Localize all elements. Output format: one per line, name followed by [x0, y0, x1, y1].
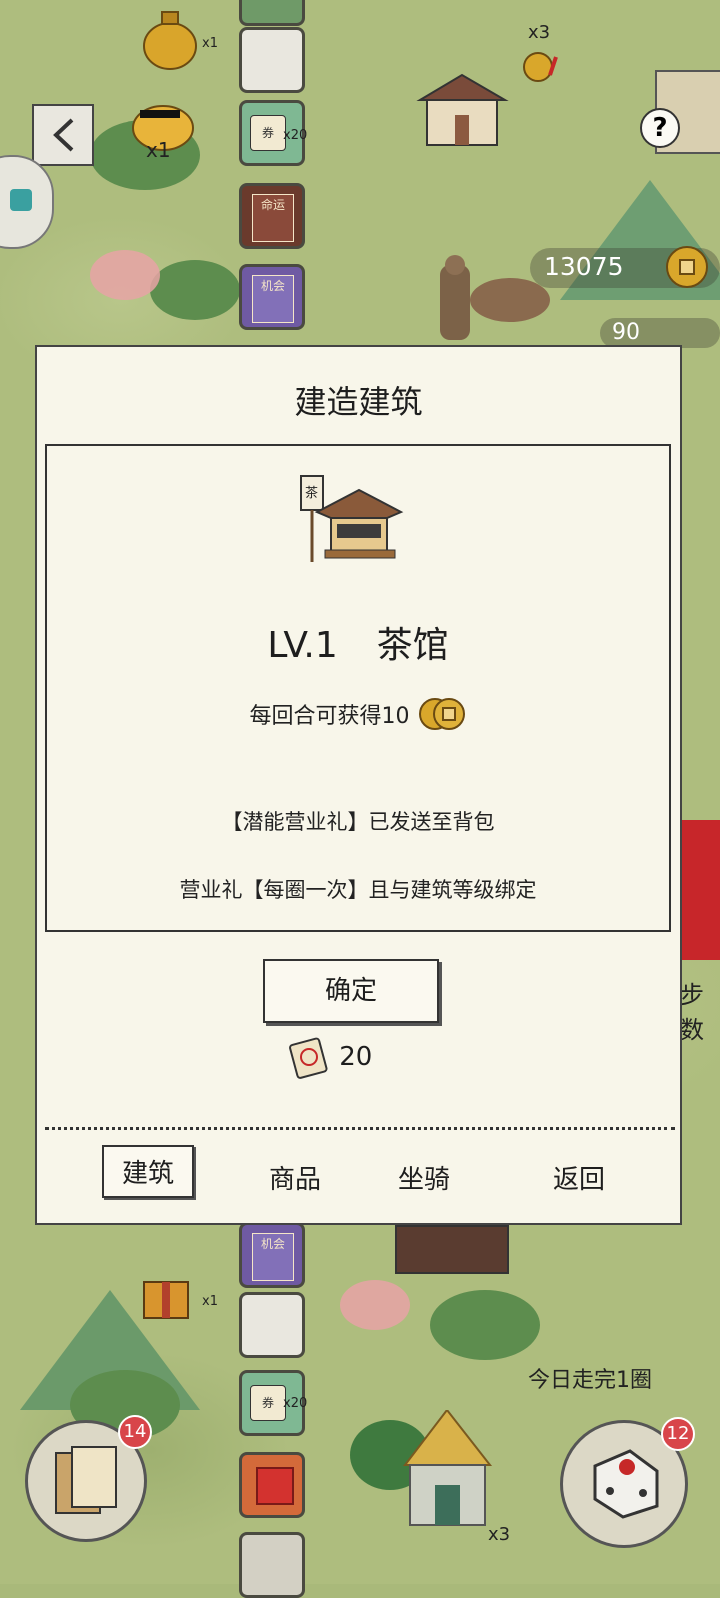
path-tile-fate: 命运 [239, 183, 305, 249]
chance-card-label: 机会 [252, 275, 294, 323]
fate-card-label: 命运 [252, 194, 294, 242]
ticket-counter: 90 [600, 318, 720, 348]
building-heading: LV.1 茶馆 [47, 616, 669, 668]
gift-bind-notice: 营业礼【每圈一次】且与建筑等级绑定 [179, 878, 537, 902]
path-tile [239, 27, 305, 93]
path-tile-gift [239, 1452, 305, 1518]
dark-teahouse[interactable] [395, 1225, 509, 1274]
golden-temple[interactable] [390, 1408, 505, 1530]
coin-bonus-icon[interactable] [520, 45, 560, 85]
build-cost: 20 [287, 1035, 372, 1079]
dice-button[interactable]: 12 [560, 1417, 695, 1548]
dialog-title: 建造建筑 [294, 383, 423, 421]
dice-badge: 12 [661, 1417, 695, 1451]
income-text: 每回合可获得10 [249, 704, 410, 729]
blossom-scenery [340, 1280, 410, 1330]
tree-scenery [430, 1290, 540, 1360]
gift-count: x1 [202, 1294, 218, 1309]
tab-goods[interactable]: 商品 [269, 1159, 321, 1196]
coin-icon [666, 246, 708, 288]
path-tile [239, 0, 305, 26]
steps-label: 步数 [680, 981, 704, 1044]
building-level: LV.1 [267, 625, 338, 666]
back-icon [53, 118, 74, 152]
red-giftbox-icon[interactable] [680, 820, 720, 960]
teahouse-sign-text: 茶 [305, 486, 319, 501]
build-dialog: 建造建筑 茶 LV.1 茶馆 每回合可获得10 【潜能营业礼】已发送至背包 营业… [35, 345, 682, 1225]
tab-building[interactable]: 建筑 [102, 1145, 195, 1198]
building-name: 茶馆 [376, 625, 449, 666]
path-tile-chance: 机会 [239, 264, 305, 330]
path-tile-chance: 机会 [239, 1222, 305, 1288]
daily-lap-label: 今日走完1圈 [528, 1368, 652, 1393]
ticket-amount: 90 [612, 320, 640, 345]
cards-badge: 14 [118, 1415, 152, 1449]
blossom-scenery [90, 250, 160, 300]
coin-bonus-count: x3 [528, 22, 551, 43]
coin-amount: 13075 [544, 252, 624, 281]
back-button[interactable] [32, 104, 94, 166]
tab-divider [45, 1127, 675, 1130]
ticket-icon [289, 1037, 328, 1079]
cards-button[interactable]: 14 [25, 1415, 152, 1542]
tab-mounts[interactable]: 坐骑 [398, 1159, 450, 1196]
help-icon: ? [652, 113, 668, 143]
pig-count: x1 [146, 138, 171, 162]
cards-icon [55, 1446, 117, 1514]
ticket-tile-count: x20 [283, 1396, 308, 1411]
income-line: 每回合可获得10 [47, 694, 669, 734]
bottom-bonus-count: x3 [488, 1524, 511, 1545]
path-tile [239, 1532, 305, 1598]
path-tile [239, 1292, 305, 1358]
confirm-button[interactable]: 确定 [263, 959, 439, 1023]
gift-bag-icon[interactable] [140, 1268, 192, 1320]
dice-icon [593, 1449, 659, 1519]
ticket-icon: 券 [250, 115, 286, 151]
tab-return[interactable]: 返回 [553, 1159, 605, 1196]
tree-scenery [150, 260, 240, 320]
side-menu-icon [10, 189, 32, 211]
jar-count: x1 [202, 36, 218, 51]
coin-icon [418, 698, 465, 730]
market-building[interactable] [415, 70, 510, 155]
cost-amount: 20 [339, 1042, 373, 1072]
ticket-tile-count: x20 [283, 128, 308, 143]
coin-counter: 13075 [530, 246, 720, 288]
building-info-panel: 茶 LV.1 茶馆 每回合可获得10 【潜能营业礼】已发送至背包 营业礼【每圈一… [45, 444, 671, 932]
ticket-icon: 券 [250, 1385, 286, 1421]
help-button[interactable]: ? [640, 108, 680, 148]
gift-sent-notice: 【潜能营业礼】已发送至背包 [221, 810, 495, 834]
jar-icon[interactable] [138, 8, 198, 70]
chance-card-label: 机会 [252, 1233, 294, 1281]
gift-box-icon [256, 1467, 294, 1505]
